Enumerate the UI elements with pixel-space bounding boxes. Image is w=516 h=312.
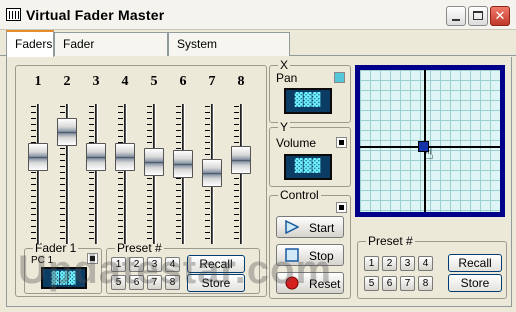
preset-right-button-3[interactable]: 3 — [400, 256, 415, 271]
control-label: Control — [278, 188, 321, 202]
fader-3-number: 3 — [92, 74, 100, 89]
fader-1-knob[interactable] — [28, 143, 48, 171]
fader-5-knob[interactable] — [144, 148, 164, 176]
start-button[interactable]: Start — [276, 216, 344, 238]
fader-1-source: PC 1 — [31, 255, 54, 266]
tab-system-configuration[interactable]: System Configuration — [168, 32, 290, 73]
reset-label: Reset — [309, 277, 341, 291]
faders-tab-content: Fader 1 PC 1 ▓▓▓ Preset # 1 2 3 4 5 6 7 … — [6, 57, 512, 307]
control-group: Control Start Stop Reset — [269, 188, 351, 299]
tab-fader-configuration[interactable]: Fader Configuration — [54, 32, 168, 73]
preset-right-button-8[interactable]: 8 — [418, 276, 433, 291]
hand-cursor-icon: ☝ — [424, 146, 434, 163]
preset-right-button-4[interactable]: 4 — [418, 256, 433, 271]
pan-label: Pan — [276, 71, 298, 85]
preset-left-button-8[interactable]: 8 — [165, 275, 180, 290]
preset-right-store-button[interactable]: Store — [448, 274, 502, 292]
fader-3-scale — [89, 106, 94, 242]
fader-1-track[interactable] — [37, 104, 40, 244]
tab-strip: Fader Configuration System Configuration… — [0, 30, 516, 73]
preset-right-button-5[interactable]: 5 — [364, 276, 379, 291]
close-button[interactable]: ✕ — [490, 6, 510, 26]
preset-left-label: Preset # — [115, 241, 164, 255]
fader-2-knob[interactable] — [57, 118, 77, 146]
fader-1-display: ▓▓▓ — [41, 267, 87, 289]
fader-4-knob[interactable] — [115, 143, 135, 171]
preset-left-button-1[interactable]: 1 — [111, 257, 126, 272]
preset-left-store-button[interactable]: Store — [187, 274, 245, 292]
fader-4-track[interactable] — [124, 104, 127, 244]
app-window: Virtual Fader Master ✕ Fader Configurati… — [0, 0, 516, 312]
window-title: Virtual Fader Master — [26, 7, 165, 23]
preset-left-button-3[interactable]: 3 — [147, 257, 162, 272]
fader-6-number: 6 — [179, 74, 187, 89]
fader-8-track[interactable] — [240, 104, 243, 244]
preset-left-group: Preset # 1 2 3 4 5 6 7 8 Recall Store — [106, 241, 260, 294]
preset-left-button-7[interactable]: 7 — [147, 275, 162, 290]
stop-label: Stop — [309, 249, 334, 263]
fader-7-number: 7 — [208, 74, 216, 89]
fader-8-number: 8 — [237, 74, 245, 89]
fader-8-scale — [234, 106, 239, 242]
control-checkbox[interactable] — [336, 202, 347, 213]
minimize-button[interactable] — [446, 6, 466, 26]
preset-left-button-5[interactable]: 5 — [111, 275, 126, 290]
fader-4-scale — [118, 106, 123, 242]
xy-pad[interactable]: ☝ — [355, 65, 505, 217]
fader-1-scale — [31, 106, 36, 242]
preset-right-button-2[interactable]: 2 — [382, 256, 397, 271]
fader-4-number: 4 — [121, 74, 129, 89]
preset-left-recall-button[interactable]: Recall — [187, 255, 245, 273]
preset-left-button-4[interactable]: 4 — [165, 257, 180, 272]
stop-button[interactable]: Stop — [276, 244, 344, 266]
fader-1-checkbox[interactable] — [87, 253, 98, 264]
maximize-button[interactable] — [468, 6, 488, 26]
close-icon: ✕ — [494, 8, 506, 23]
start-label: Start — [309, 221, 335, 235]
volume-display: ▓▓▓ — [284, 154, 332, 180]
fader-6-knob[interactable] — [173, 150, 193, 178]
record-icon — [285, 276, 299, 290]
volume-checkbox[interactable] — [336, 137, 347, 148]
y-volume-group: Y Volume ▓▓▓ — [269, 120, 351, 187]
play-icon — [285, 220, 299, 234]
preset-right-label: Preset # — [366, 234, 415, 248]
preset-right-button-6[interactable]: 6 — [382, 276, 397, 291]
fader-bank: Fader 1 PC 1 ▓▓▓ Preset # 1 2 3 4 5 6 7 … — [15, 65, 267, 297]
preset-right-recall-button[interactable]: Recall — [448, 254, 502, 272]
minimize-icon — [452, 19, 460, 21]
pan-display: ▓▓▓ — [284, 88, 332, 114]
title-bar[interactable]: Virtual Fader Master ✕ — [0, 0, 516, 30]
volume-label: Volume — [276, 136, 317, 150]
fader-3-knob[interactable] — [86, 143, 106, 171]
preset-right-button-7[interactable]: 7 — [400, 276, 415, 291]
preset-left-button-2[interactable]: 2 — [129, 257, 144, 272]
fader-5-number: 5 — [150, 74, 158, 89]
fader-8-knob[interactable] — [231, 146, 251, 174]
stop-icon — [285, 248, 299, 262]
preset-right-group: Preset # 1 2 3 4 5 6 7 8 Recall Store — [357, 234, 507, 299]
fader-7-knob[interactable] — [202, 159, 222, 187]
maximize-icon — [473, 11, 483, 20]
x-label: X — [278, 58, 291, 72]
preset-right-button-1[interactable]: 1 — [364, 256, 379, 271]
fader-3-track[interactable] — [95, 104, 98, 244]
fader-2-number: 2 — [63, 74, 71, 89]
app-icon — [6, 8, 21, 21]
y-label: Y — [278, 120, 291, 134]
fader-1-group: Fader 1 PC 1 ▓▓▓ — [24, 241, 102, 294]
pan-checkbox[interactable] — [334, 72, 345, 83]
tab-faders[interactable]: Faders — [6, 30, 54, 57]
fader-1-number: 1 — [34, 74, 42, 89]
preset-left-button-6[interactable]: 6 — [129, 275, 144, 290]
x-pan-group: X Pan ▓▓▓ — [269, 58, 351, 123]
xy-grid[interactable]: ☝ — [360, 70, 500, 212]
reset-button[interactable]: Reset — [276, 272, 344, 294]
